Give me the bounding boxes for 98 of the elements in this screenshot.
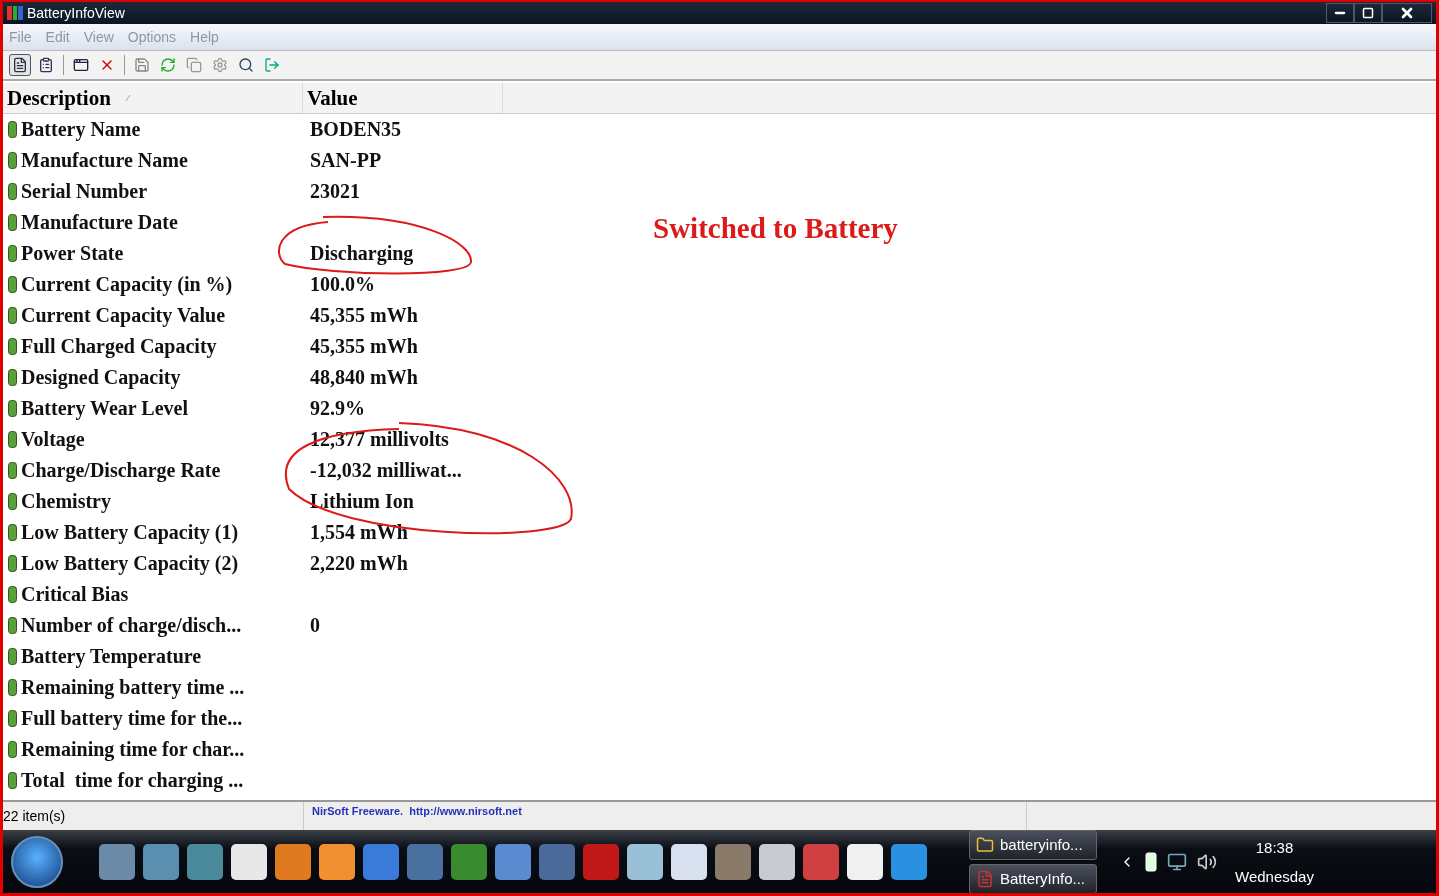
description-cell: Designed Capacity [21, 366, 181, 389]
start-button[interactable] [11, 835, 63, 888]
minimize-button[interactable] [1326, 3, 1354, 23]
credit-text: NirSoft Freeware. http://www.nirsoft.net [311, 805, 522, 817]
column-header[interactable]: Value [303, 83, 503, 113]
close-icon [1399, 5, 1415, 21]
app-icon[interactable] [627, 843, 663, 880]
value-cell-text: 45,355 mWh [309, 335, 418, 358]
description-cell: Total time for charging ... [21, 769, 244, 792]
description-cell: Battery Wear Level [21, 397, 188, 420]
refresh-icon [160, 57, 176, 73]
battery-icon[interactable] [1145, 851, 1157, 872]
column-header[interactable]: Description [3, 83, 303, 113]
app-icon[interactable] [759, 843, 795, 880]
battery-icon [8, 493, 17, 510]
value-cell-text: Lithium Ion [309, 490, 414, 513]
description-cell: Battery Name [21, 118, 141, 141]
exit-icon [264, 57, 280, 73]
window-icon [73, 57, 89, 73]
description-cell: Chemistry [21, 490, 111, 513]
description-cell: Voltage [21, 428, 85, 451]
list-icon [12, 57, 28, 73]
network-icon[interactable] [1167, 851, 1187, 872]
value-cell-text: BODEN35 [309, 118, 402, 141]
battery-icon [8, 214, 17, 231]
description-cell: Current Capacity (in %) [21, 273, 233, 296]
value-cell-text: 92.9% [309, 397, 365, 420]
clock-day[interactable]: Wednesday [1235, 867, 1314, 885]
description-cell: Charge/Discharge Rate [21, 459, 221, 482]
battery-icon [8, 400, 17, 417]
settings-icon [212, 57, 228, 73]
battery-icon [8, 462, 17, 479]
item-count: 22 item(s) [3, 808, 66, 824]
description-cell: Critical Bias [21, 583, 129, 606]
description-cell: Manufacture Name [21, 149, 188, 172]
description-cell: Remaining time for char... [21, 738, 245, 761]
battery-icon [8, 245, 17, 262]
task-button[interactable]: batteryinfo... [969, 829, 1097, 860]
battery-icon [8, 152, 17, 169]
search-icon [238, 57, 254, 73]
battery-icon [8, 183, 17, 200]
app-icon[interactable] [275, 843, 311, 880]
description-cell: Full Charged Capacity [21, 335, 217, 358]
description-cell: Remaining battery time ... [21, 676, 245, 699]
battery-icon [8, 648, 17, 665]
volume-icon[interactable] [1197, 851, 1217, 872]
app-icon [7, 6, 23, 20]
description-cell: Low Battery Capacity (1) [21, 521, 239, 544]
close-button[interactable] [1382, 3, 1432, 23]
clipboard-icon [38, 57, 54, 73]
sort-icon [124, 94, 131, 102]
clock-time[interactable]: 18:38 [1255, 838, 1294, 856]
value-cell-text: 2,220 mWh [309, 552, 408, 575]
battery-icon [8, 617, 17, 634]
app-icon[interactable] [319, 843, 355, 880]
value-cell-text: 1,554 mWh [309, 521, 408, 544]
description-cell: Current Capacity Value [21, 304, 226, 327]
app-icon[interactable] [847, 843, 883, 880]
folder-icon [976, 835, 994, 854]
description-cell: Serial Number [21, 180, 148, 203]
value-cell-text: 0 [309, 614, 320, 637]
list-button[interactable] [9, 54, 31, 76]
battery-icon [8, 276, 17, 293]
description-cell: Power State [21, 242, 124, 265]
description-cell: Manufacture Date [21, 211, 178, 234]
document-icon [976, 869, 994, 888]
battery-icon [8, 741, 17, 758]
description-cell: Number of charge/disch... [21, 614, 242, 637]
restore-icon [1362, 7, 1374, 19]
app-icon[interactable] [231, 843, 267, 880]
description-cell: Low Battery Capacity (2) [21, 552, 239, 575]
value-cell-text: -12,032 milliwat... [309, 459, 462, 482]
value-cell-text: 45,355 mWh [309, 304, 418, 327]
description-cell: Battery Temperature [21, 645, 202, 668]
battery-icon [8, 679, 17, 696]
battery-icon [8, 710, 17, 727]
battery-icon [8, 586, 17, 603]
window-title: BatteryInfoView [27, 5, 125, 21]
battery-icon [8, 338, 17, 355]
value-cell-text: Discharging [309, 242, 414, 265]
battery-icon [8, 369, 17, 386]
annotation-text: Switched to Battery [653, 212, 898, 245]
description-cell: Full battery time for the... [21, 707, 243, 730]
restore-button[interactable] [1354, 3, 1382, 23]
value-cell-text: SAN-PP [309, 149, 382, 172]
save-icon [134, 57, 150, 73]
app-icon[interactable] [671, 843, 707, 880]
battery-icon [8, 555, 17, 572]
battery-icon [8, 121, 17, 138]
battery-icon [8, 431, 17, 448]
value-cell-text: 48,840 mWh [309, 366, 418, 389]
battery-icon [8, 307, 17, 324]
copy-icon [186, 57, 202, 73]
value-cell-text: 23021 [309, 180, 360, 203]
battery-icon [8, 524, 17, 541]
task-button[interactable]: BatteryInfo... [969, 863, 1097, 893]
battery-icon [8, 772, 17, 789]
value-cell-text: 100.0% [309, 273, 375, 296]
